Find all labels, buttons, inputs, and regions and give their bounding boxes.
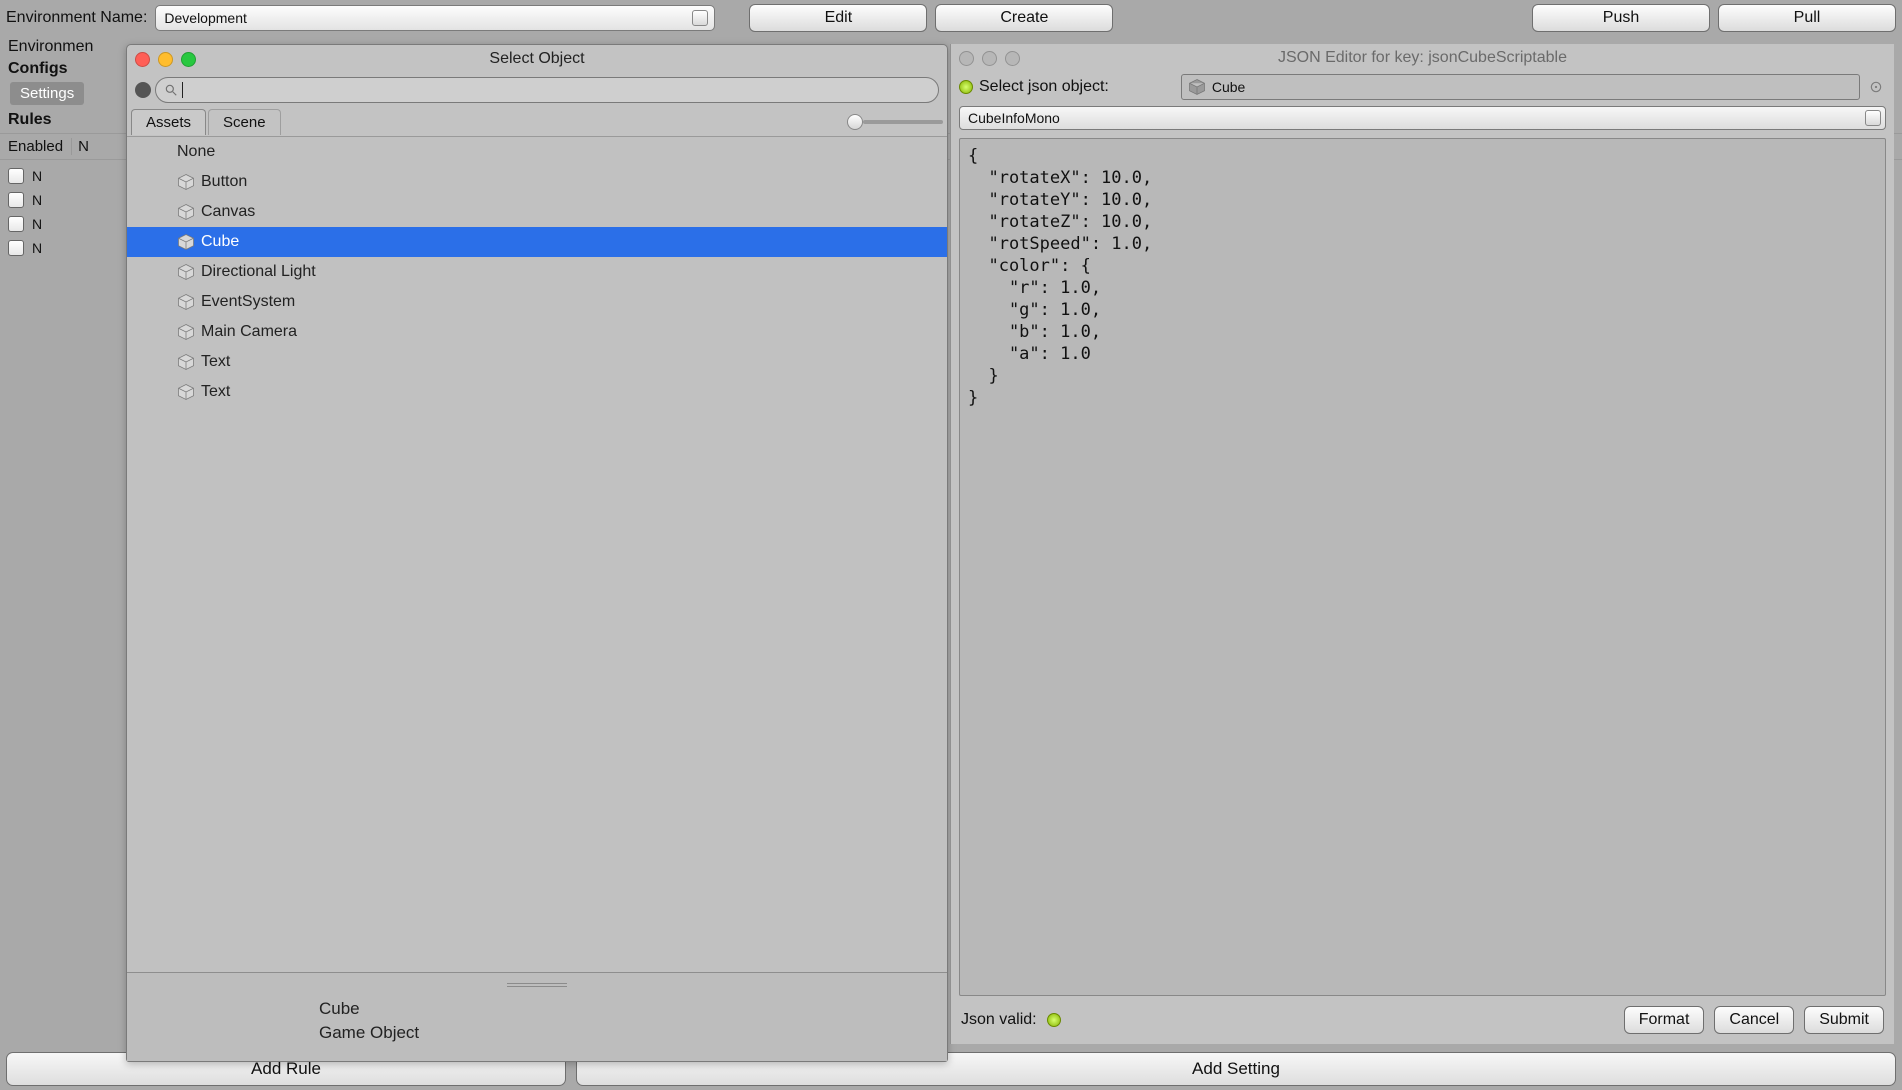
- rule-label: N: [32, 168, 42, 184]
- format-button[interactable]: Format: [1624, 1006, 1705, 1034]
- json-object-name: Cube: [1212, 79, 1245, 95]
- cube-icon: [177, 383, 195, 401]
- resize-grip-icon[interactable]: [507, 983, 567, 987]
- object-list-item-label: EventSystem: [201, 293, 295, 311]
- select-object-footer: Cube Game Object: [127, 972, 947, 1061]
- cube-icon: [177, 263, 195, 281]
- json-textarea[interactable]: { "rotateX": 10.0, "rotateY": 10.0, "rot…: [959, 138, 1886, 996]
- footer-object-type: Game Object: [139, 1021, 935, 1045]
- rule-label: N: [32, 192, 42, 208]
- object-list-item-label: None: [177, 143, 215, 161]
- object-list-item[interactable]: Main Camera: [127, 317, 947, 347]
- cancel-button[interactable]: Cancel: [1714, 1006, 1794, 1034]
- col-enabled: Enabled: [8, 138, 72, 155]
- rule-enabled-checkbox[interactable]: [8, 168, 24, 184]
- search-row: [127, 73, 947, 107]
- push-button[interactable]: Push: [1532, 4, 1710, 32]
- object-list-item[interactable]: EventSystem: [127, 287, 947, 317]
- rule-label: N: [32, 216, 42, 232]
- json-valid-led-icon: [1047, 1013, 1061, 1027]
- object-list-item[interactable]: Text: [127, 377, 947, 407]
- object-list-item-label: Main Camera: [201, 323, 297, 341]
- select-object-dialog: Select Object Assets Scene None Button Can…: [126, 44, 948, 1062]
- submit-button[interactable]: Submit: [1804, 1006, 1884, 1034]
- object-list-item[interactable]: Canvas: [127, 197, 947, 227]
- cube-icon: [177, 323, 195, 341]
- json-editor-bottom-bar: Json valid: Format Cancel Submit: [951, 1000, 1894, 1044]
- filter-toggle-icon[interactable]: [135, 82, 151, 98]
- environment-dropdown-value: Development: [164, 10, 247, 26]
- rule-enabled-checkbox[interactable]: [8, 192, 24, 208]
- object-list-item[interactable]: Cube: [127, 227, 947, 257]
- cube-icon: [177, 293, 195, 311]
- select-json-object-label: Select json object:: [979, 78, 1109, 96]
- create-button[interactable]: Create: [935, 4, 1113, 32]
- object-list-item[interactable]: None: [127, 137, 947, 167]
- footer-object-name: Cube: [139, 997, 935, 1021]
- json-editor-title: JSON Editor for key: jsonCubeScriptable: [951, 49, 1894, 67]
- env-name-label: Environment Name:: [6, 9, 147, 27]
- object-list-item-label: Cube: [201, 233, 239, 251]
- text-caret: [182, 82, 183, 98]
- slider-thumb-icon[interactable]: [847, 114, 863, 130]
- cube-icon: [177, 353, 195, 371]
- component-type-value: CubeInfoMono: [968, 110, 1060, 126]
- tab-scene[interactable]: Scene: [208, 109, 281, 135]
- thumbnail-size-slider[interactable]: [847, 114, 943, 130]
- environment-dropdown[interactable]: Development: [155, 5, 715, 31]
- rule-enabled-checkbox[interactable]: [8, 216, 24, 232]
- cube-icon: [177, 203, 195, 221]
- cube-icon: [177, 173, 195, 191]
- json-editor-titlebar[interactable]: JSON Editor for key: jsonCubeScriptable: [951, 44, 1894, 72]
- object-list-item-label: Text: [201, 353, 230, 371]
- edit-button[interactable]: Edit: [749, 4, 927, 32]
- object-list-item[interactable]: Text: [127, 347, 947, 377]
- tab-assets[interactable]: Assets: [131, 109, 206, 135]
- slider-track: [863, 120, 943, 124]
- object-list-item[interactable]: Button: [127, 167, 947, 197]
- json-object-select-row: Select json object: Cube: [951, 72, 1894, 102]
- json-valid-label: Json valid:: [961, 1011, 1037, 1029]
- main-toolbar: Environment Name: Development Edit Creat…: [0, 0, 1902, 36]
- search-input[interactable]: [155, 77, 939, 103]
- object-picker-button[interactable]: [1866, 77, 1886, 97]
- json-editor-panel: JSON Editor for key: jsonCubeScriptable …: [950, 44, 1894, 1044]
- target-icon: [1869, 80, 1883, 94]
- object-list-item-label: Directional Light: [201, 263, 316, 281]
- object-tabs: Assets Scene: [127, 107, 947, 137]
- object-list-item-label: Button: [201, 173, 247, 191]
- json-object-field[interactable]: Cube: [1181, 74, 1860, 100]
- pull-button[interactable]: Pull: [1718, 4, 1896, 32]
- rule-enabled-checkbox[interactable]: [8, 240, 24, 256]
- select-object-title: Select Object: [127, 50, 947, 68]
- status-led-icon: [959, 80, 973, 94]
- col-n: N: [78, 138, 89, 155]
- object-list-item-label: Text: [201, 383, 230, 401]
- rule-label: N: [32, 240, 42, 256]
- select-object-titlebar[interactable]: Select Object: [127, 45, 947, 73]
- object-list-item[interactable]: Directional Light: [127, 257, 947, 287]
- object-list-item-label: Canvas: [201, 203, 255, 221]
- settings-tab[interactable]: Settings: [10, 82, 84, 105]
- component-type-dropdown[interactable]: CubeInfoMono: [959, 106, 1886, 130]
- search-icon: [164, 83, 178, 97]
- cube-icon: [1188, 78, 1206, 96]
- cube-icon: [177, 233, 195, 251]
- object-list[interactable]: None Button Canvas Cube Directional Light Eve…: [127, 137, 947, 972]
